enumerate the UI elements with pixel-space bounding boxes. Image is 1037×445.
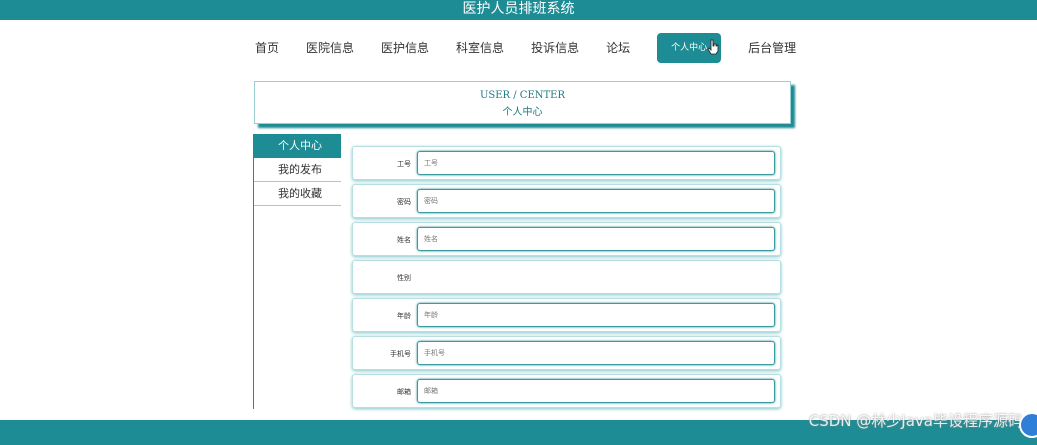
banner-title-en: USER / CENTER bbox=[479, 90, 566, 101]
nav-complaint-info[interactable]: 投诉信息 bbox=[531, 33, 579, 63]
phone-label: 手机号 bbox=[390, 350, 411, 358]
csdn-watermark: CSDN @林少Java毕设程序源码 bbox=[808, 412, 1023, 430]
name-label: 姓名 bbox=[397, 236, 411, 244]
name-input[interactable] bbox=[417, 227, 775, 251]
employee-id-label: 工号 bbox=[397, 160, 411, 168]
form-row-phone: 手机号 bbox=[352, 336, 781, 370]
form-row-name: 姓名 bbox=[352, 222, 781, 256]
nav-personal-center[interactable]: 个人中心 bbox=[657, 33, 722, 63]
phone-input[interactable] bbox=[417, 341, 775, 365]
nav-forum[interactable]: 论坛 bbox=[606, 33, 630, 63]
nav-personal-center-label: 个人中心 bbox=[671, 43, 708, 53]
form-row-email: 邮箱 bbox=[352, 374, 781, 408]
gender-label: 性别 bbox=[397, 274, 411, 282]
password-label: 密码 bbox=[397, 198, 411, 206]
sidebar-item-personal-center[interactable]: 个人中心 bbox=[254, 134, 341, 158]
page-banner: USER / CENTER 个人中心 bbox=[254, 81, 791, 124]
hand-cursor-icon bbox=[707, 39, 719, 55]
banner-title-cn: 个人中心 bbox=[502, 107, 543, 118]
form-row-gender: 性别 bbox=[352, 260, 781, 294]
nav-staff-info[interactable]: 医护信息 bbox=[381, 33, 429, 63]
age-label: 年龄 bbox=[397, 312, 411, 320]
form-row-age: 年龄 bbox=[352, 298, 781, 332]
nav-home[interactable]: 首页 bbox=[255, 33, 279, 63]
sidebar-item-my-favorites[interactable]: 我的收藏 bbox=[254, 182, 341, 206]
sidebar: 个人中心 我的发布 我的收藏 bbox=[253, 134, 341, 409]
employee-id-input[interactable] bbox=[417, 151, 775, 175]
email-label: 邮箱 bbox=[397, 388, 411, 396]
password-input[interactable] bbox=[417, 189, 775, 213]
sidebar-item-my-posts[interactable]: 我的发布 bbox=[254, 158, 341, 182]
nav-department-info[interactable]: 科室信息 bbox=[456, 33, 504, 63]
site-title: 医护人员排班系统 bbox=[462, 1, 575, 17]
nav-admin[interactable]: 后台管理 bbox=[748, 33, 796, 63]
nav-hospital-info[interactable]: 医院信息 bbox=[306, 33, 354, 63]
form-row-employee-id: 工号 bbox=[352, 146, 781, 180]
age-input[interactable] bbox=[417, 303, 775, 327]
form-row-password: 密码 bbox=[352, 184, 781, 218]
email-input[interactable] bbox=[417, 379, 775, 403]
main-nav: 首页 医院信息 医护信息 科室信息 投诉信息 论坛 个人中心 后台管理 bbox=[255, 32, 823, 64]
